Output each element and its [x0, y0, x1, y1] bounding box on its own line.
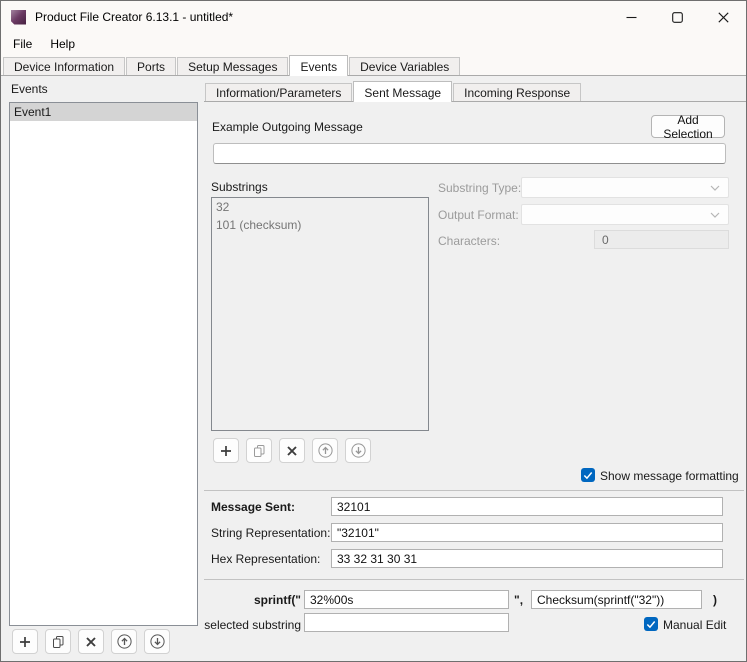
substring-item: 101 (checksum): [212, 216, 428, 234]
arrow-up-circle-icon: [116, 633, 133, 650]
example-outgoing-message-input[interactable]: [213, 143, 726, 164]
message-sent-label: Message Sent:: [211, 500, 295, 514]
delete-substring-button[interactable]: [279, 438, 305, 463]
menu-bar: File Help: [1, 33, 746, 55]
delete-x-icon: [83, 634, 99, 650]
app-icon: [11, 10, 26, 25]
move-substring-down-button: [345, 438, 371, 463]
tab-information-parameters[interactable]: Information/Parameters: [205, 83, 352, 101]
window-controls: [608, 1, 746, 33]
main-tab-strip: Device Information Ports Setup Messages …: [1, 55, 746, 76]
tab-device-information[interactable]: Device Information: [3, 57, 125, 75]
event-tab-strip: Information/Parameters Sent Message Inco…: [204, 81, 746, 102]
substrings-toolbar: [213, 438, 371, 463]
checkmark-icon: [646, 620, 656, 629]
tab-incoming-response[interactable]: Incoming Response: [453, 83, 581, 101]
move-event-down-button[interactable]: [144, 629, 170, 654]
app-window: { "window": { "title": "Product File Cre…: [0, 0, 747, 662]
show-message-formatting-label: Show message formatting: [600, 469, 739, 483]
plus-icon: [218, 443, 234, 459]
list-item-event[interactable]: Event1: [10, 103, 197, 121]
message-sent-input[interactable]: [331, 497, 723, 516]
hex-representation-input[interactable]: [331, 549, 723, 568]
add-substring-button[interactable]: [213, 438, 239, 463]
sprintf-separator-label: ",: [514, 593, 523, 607]
tab-sent-message[interactable]: Sent Message: [353, 81, 452, 102]
hex-representation-label: Hex Representation:: [211, 552, 320, 566]
duplicate-substring-button: [246, 438, 272, 463]
move-substring-up-button: [312, 438, 338, 463]
window-title: Product File Creator 6.13.1 - untitled*: [35, 10, 233, 24]
add-event-button[interactable]: [12, 629, 38, 654]
menu-item-help[interactable]: Help: [41, 34, 84, 54]
checkmark-icon: [583, 471, 593, 480]
substrings-label: Substrings: [211, 180, 268, 194]
show-message-formatting-checkbox[interactable]: [581, 468, 595, 482]
events-toolbar: [12, 629, 170, 654]
add-selection-button[interactable]: Add Selection: [651, 115, 725, 138]
string-representation-input[interactable]: [331, 523, 723, 542]
delete-event-button[interactable]: [78, 629, 104, 654]
sprintf-prefix-label: sprintf(": [204, 593, 301, 607]
delete-x-icon: [284, 443, 300, 459]
close-icon: [718, 12, 729, 23]
divider: [204, 490, 744, 491]
maximize-button[interactable]: [654, 1, 700, 33]
menu-item-file[interactable]: File: [4, 34, 41, 54]
chevron-down-icon: [710, 185, 720, 191]
substring-item: 32: [212, 198, 428, 216]
example-outgoing-message-label: Example Outgoing Message: [212, 120, 363, 134]
substring-type-select: [521, 177, 729, 198]
chevron-down-icon: [710, 212, 720, 218]
output-format-label: Output Format:: [438, 208, 519, 222]
string-representation-label: String Representation:: [211, 526, 330, 540]
move-event-up-button[interactable]: [111, 629, 137, 654]
arrow-up-circle-icon: [317, 442, 334, 459]
selected-substring-label: selected substring: [204, 618, 301, 632]
events-panel-label: Events: [11, 82, 48, 96]
tab-events[interactable]: Events: [289, 55, 348, 76]
characters-input: 0: [594, 230, 729, 249]
sprintf-args-input[interactable]: [531, 590, 702, 609]
close-button[interactable]: [700, 1, 746, 33]
tab-setup-messages[interactable]: Setup Messages: [177, 57, 288, 75]
duplicate-icon: [50, 634, 66, 650]
duplicate-event-button[interactable]: [45, 629, 71, 654]
events-page: Events Event1 Information/Parameters Sen…: [1, 76, 746, 661]
plus-icon: [17, 634, 33, 650]
sprintf-close-label: ): [713, 593, 717, 607]
manual-edit-label: Manual Edit: [663, 618, 726, 632]
output-format-select: [521, 204, 729, 225]
tab-ports[interactable]: Ports: [126, 57, 176, 75]
title-bar: Product File Creator 6.13.1 - untitled*: [1, 1, 746, 33]
characters-label: Characters:: [438, 234, 500, 248]
sprintf-format-input[interactable]: [304, 590, 509, 609]
arrow-down-circle-icon: [149, 633, 166, 650]
duplicate-icon: [251, 443, 267, 459]
substrings-listbox: 32 101 (checksum): [211, 197, 429, 431]
maximize-icon: [672, 12, 683, 23]
divider: [204, 579, 744, 580]
substring-type-label: Substring Type:: [438, 181, 521, 195]
selected-substring-input[interactable]: [304, 613, 509, 632]
events-listbox: Event1: [9, 102, 198, 626]
minimize-button[interactable]: [608, 1, 654, 33]
tab-device-variables[interactable]: Device Variables: [349, 57, 460, 75]
arrow-down-circle-icon: [350, 442, 367, 459]
minimize-icon: [626, 12, 637, 23]
manual-edit-checkbox[interactable]: [644, 617, 658, 631]
